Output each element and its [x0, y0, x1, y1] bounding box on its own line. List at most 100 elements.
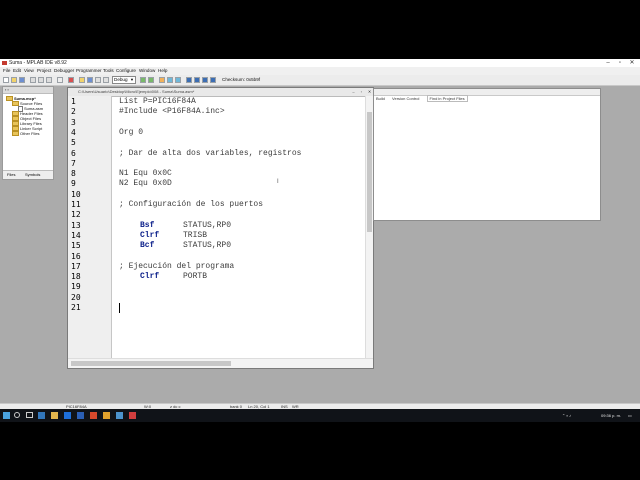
- line-number: 10: [71, 189, 81, 199]
- breakpoint-icon[interactable]: [159, 77, 165, 83]
- tab-symbols[interactable]: Symbols: [25, 172, 40, 178]
- task-view-icon[interactable]: [26, 412, 33, 418]
- chrome-icon[interactable]: [90, 412, 97, 419]
- cut-icon[interactable]: [30, 77, 36, 83]
- menu-project[interactable]: Project: [37, 67, 51, 75]
- code-line: ; Dar de alta dos variables, registros: [119, 148, 302, 158]
- watch-icon[interactable]: [167, 77, 173, 83]
- tree-item-other-files[interactable]: Other Files: [12, 131, 40, 137]
- help-icon[interactable]: [68, 77, 74, 83]
- tab-find-in-project-files[interactable]: Find in Project Files: [426, 95, 468, 102]
- editor-close-button[interactable]: ✕: [366, 88, 373, 96]
- menu-help[interactable]: Help: [158, 67, 167, 75]
- menu-configure[interactable]: Configure: [116, 67, 136, 75]
- build-config-select[interactable]: Debug ▼: [112, 76, 136, 84]
- app-icon[interactable]: [116, 412, 123, 419]
- mplab-icon[interactable]: [103, 412, 110, 419]
- code-operand: STATUS,RP0: [183, 220, 232, 230]
- editor-window: C:\Users\Usuario\Desktop\Micro\Ejemplo\0…: [67, 87, 374, 369]
- horizontal-scroll-thumb[interactable]: [71, 361, 231, 366]
- window-title: Suma - MPLAB IDE v8.92: [9, 60, 67, 66]
- code-mnemonic: Clrf: [140, 230, 160, 240]
- line-number: 14: [71, 230, 81, 240]
- memory-icon[interactable]: [175, 77, 181, 83]
- code-line: Org 0: [119, 127, 144, 137]
- line-number: 5: [71, 138, 76, 148]
- windows-start-icon[interactable]: [3, 412, 10, 419]
- store-icon[interactable]: [64, 412, 71, 419]
- editor-maximize-button[interactable]: ▫: [358, 88, 365, 96]
- line-number: 15: [71, 241, 81, 251]
- line-number: 6: [71, 148, 76, 158]
- menu-bar: File Edit View Project Debugger Programm…: [0, 67, 640, 75]
- recorder-icon[interactable]: [129, 412, 136, 419]
- line-number: 17: [71, 261, 81, 271]
- minimize-button[interactable]: –: [602, 59, 614, 67]
- line-number: 21: [71, 303, 81, 312]
- output-tabs: Build Version Control Find in Project Fi…: [376, 95, 474, 102]
- maximize-button[interactable]: ▫: [614, 59, 626, 67]
- save-icon[interactable]: [19, 77, 25, 83]
- horizontal-scrollbar[interactable]: [68, 358, 373, 368]
- add-file-icon[interactable]: [95, 77, 101, 83]
- text-caret: [119, 303, 120, 313]
- stray-mark: I: [277, 179, 279, 185]
- disassembly-icon[interactable]: [194, 77, 200, 83]
- vertical-scroll-thumb[interactable]: [367, 112, 372, 232]
- line-number: 20: [71, 292, 81, 302]
- project-save-icon[interactable]: [87, 77, 93, 83]
- sfr-icon[interactable]: [202, 77, 208, 83]
- mplab-app-icon: [2, 61, 7, 65]
- print-icon[interactable]: [57, 77, 63, 83]
- menu-file[interactable]: File: [3, 67, 10, 75]
- code-operand: TRISB: [183, 230, 208, 240]
- code-mnemonic: Bcf: [140, 241, 155, 251]
- code-line: ; Configuración de los puertos: [119, 200, 264, 209]
- menu-programmer[interactable]: Programmer: [76, 67, 102, 75]
- line-number: 2: [71, 107, 76, 117]
- tab-files[interactable]: Files: [7, 172, 15, 178]
- title-bar: Suma - MPLAB IDE v8.92 – ▫ ✕: [0, 59, 640, 67]
- search-icon[interactable]: [14, 412, 20, 418]
- notification-icon[interactable]: ▭: [628, 409, 632, 422]
- vertical-scrollbar[interactable]: [365, 96, 373, 360]
- remove-file-icon[interactable]: [103, 77, 109, 83]
- toolbar: Debug ▼ Checksum: 0x5b9f: [0, 75, 640, 86]
- line-number: 9: [71, 179, 76, 189]
- editor-minimize-button[interactable]: –: [350, 88, 357, 96]
- clock[interactable]: 09:36 p. m.: [601, 409, 621, 422]
- line-number: 1: [71, 97, 76, 106]
- editor-title-bar[interactable]: C:\Users\Usuario\Desktop\Micro\Ejemplo\0…: [68, 88, 373, 97]
- menu-tools[interactable]: Tools: [103, 67, 114, 75]
- tab-build[interactable]: Build: [376, 96, 385, 101]
- code-line: ; Ejecución del programa: [119, 261, 235, 271]
- close-button[interactable]: ✕: [626, 59, 638, 67]
- code-line: N2 Equ 0x0D: [119, 179, 172, 189]
- tray-icons[interactable]: ⌃ ▪ ♪: [562, 409, 571, 422]
- open-file-icon[interactable]: [11, 77, 17, 83]
- new-file-icon[interactable]: [3, 77, 9, 83]
- project-window: ▪ ▪ Suma.mcp* Source Files Suma.asm Head…: [2, 86, 54, 180]
- copy-icon[interactable]: [38, 77, 44, 83]
- output-window-header[interactable]: [374, 89, 600, 96]
- menu-edit[interactable]: Edit: [13, 67, 21, 75]
- program-memory-icon[interactable]: [210, 77, 216, 83]
- stopwatch-icon[interactable]: [186, 77, 192, 83]
- menu-view[interactable]: View: [24, 67, 34, 75]
- file-explorer-icon[interactable]: [51, 412, 58, 419]
- word-icon[interactable]: [77, 412, 84, 419]
- output-window: Build Version Control Find in Project Fi…: [373, 88, 601, 221]
- build-config-value: Debug: [114, 77, 128, 82]
- edge-icon[interactable]: [38, 412, 45, 419]
- menu-window[interactable]: Window: [139, 67, 155, 75]
- tab-version-control[interactable]: Version Control: [392, 96, 419, 101]
- code-mnemonic: Bsf: [140, 220, 155, 230]
- line-number: 13: [71, 220, 81, 230]
- paste-icon[interactable]: [46, 77, 52, 83]
- make-icon[interactable]: [140, 77, 146, 83]
- project-open-icon[interactable]: [79, 77, 85, 83]
- project-window-header[interactable]: ▪ ▪: [3, 87, 53, 94]
- line-number: 11: [71, 200, 81, 209]
- menu-debugger[interactable]: Debugger: [54, 67, 74, 75]
- build-all-icon[interactable]: [148, 77, 154, 83]
